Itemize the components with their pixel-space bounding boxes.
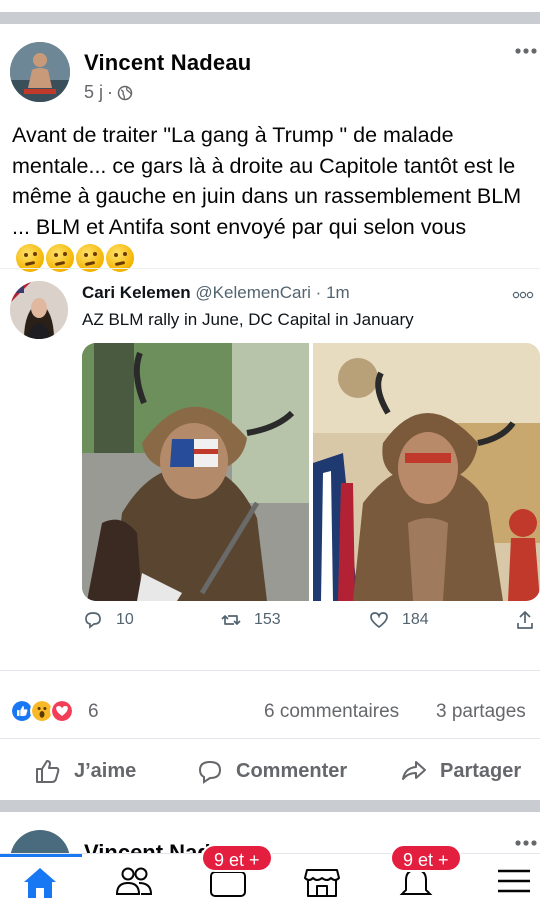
groups-badge: 9 et +	[201, 844, 273, 872]
post-action-bar: J’aime Commenter Partager	[0, 738, 540, 800]
marketplace-icon[interactable]	[302, 864, 342, 898]
meta-separator: ·	[107, 82, 114, 102]
love-reaction-icon	[50, 699, 74, 723]
retweet-icon	[221, 615, 241, 625]
tweet-more-icon[interactable]	[512, 291, 534, 299]
reply-icon	[85, 612, 101, 629]
home-icon[interactable]	[20, 864, 60, 898]
shares-count[interactable]: 3 partages	[436, 701, 526, 723]
tweet-media[interactable]	[82, 343, 540, 601]
comment-icon	[198, 760, 222, 784]
top-bar	[0, 0, 540, 24]
reactions-summary: 6 6 commentaires 3 partages	[0, 670, 540, 732]
tweet-share[interactable]	[514, 609, 536, 631]
tweet-reply[interactable]: 10	[82, 609, 134, 631]
comments-count[interactable]: 6 commentaires	[264, 701, 399, 723]
comment-label: Commenter	[236, 759, 348, 782]
post-body: Avant de traiter "La gang à Trump " de m…	[12, 123, 522, 239]
embedded-tweet[interactable]: Cari Kelemen @KelemenCari · 1m AZ BLM ra…	[0, 268, 540, 648]
more-options-icon[interactable]	[514, 46, 538, 56]
tweet-reply-count: 10	[116, 611, 134, 628]
share-label: Partager	[440, 759, 522, 782]
tweet-author[interactable]: Cari Kelemen	[82, 283, 191, 302]
heart-icon	[370, 612, 388, 629]
like-label: J’aime	[74, 759, 137, 782]
menu-icon[interactable]	[494, 864, 534, 898]
reaction-icons[interactable]	[10, 699, 74, 723]
reaction-count[interactable]: 6	[88, 701, 99, 723]
tweet-photo-right[interactable]	[313, 343, 540, 601]
friends-icon[interactable]	[114, 864, 154, 898]
active-tab-indicator	[0, 854, 82, 857]
tweet-like[interactable]: 184	[368, 609, 429, 631]
next-more-options-icon[interactable]	[514, 838, 538, 848]
post-time[interactable]: 5 j	[84, 82, 103, 103]
share-button[interactable]: Partager	[400, 757, 521, 785]
notifications-badge: 9 et +	[390, 844, 462, 872]
tweet-time: 1m	[326, 283, 350, 302]
tweet-retweet-count: 153	[254, 611, 281, 628]
author-name[interactable]: Vincent Nadeau	[84, 50, 251, 76]
tweet-like-count: 184	[402, 611, 429, 628]
tweet-handle[interactable]: @KelemenCari	[195, 283, 311, 302]
share-upload-icon	[517, 611, 533, 629]
tweet-photo-left[interactable]	[82, 343, 309, 601]
top-divider	[0, 12, 540, 24]
post-text: Avant de traiter "La gang à Trump " de m…	[12, 120, 538, 273]
tweet-separator: ·	[315, 283, 322, 302]
thumbs-up-icon	[36, 760, 60, 783]
share-arrow-icon	[402, 761, 426, 780]
feed-divider	[0, 800, 540, 812]
post-meta: 5 j ·	[84, 82, 133, 103]
bottom-navigation: 9 et + 9 et +	[0, 844, 540, 900]
tweet-retweet[interactable]: 153	[220, 609, 281, 631]
tweet-text: AZ BLM rally in June, DC Capital in Janu…	[82, 310, 414, 329]
author-avatar[interactable]	[10, 42, 70, 102]
tweet-author-avatar[interactable]	[10, 281, 68, 339]
tweet-actions: 10 153 184	[82, 609, 540, 639]
globe-icon	[117, 85, 133, 100]
comment-button[interactable]: Commenter	[196, 757, 347, 785]
tweet-header: Cari Kelemen @KelemenCari · 1m	[82, 283, 350, 303]
like-button[interactable]: J’aime	[34, 757, 136, 785]
